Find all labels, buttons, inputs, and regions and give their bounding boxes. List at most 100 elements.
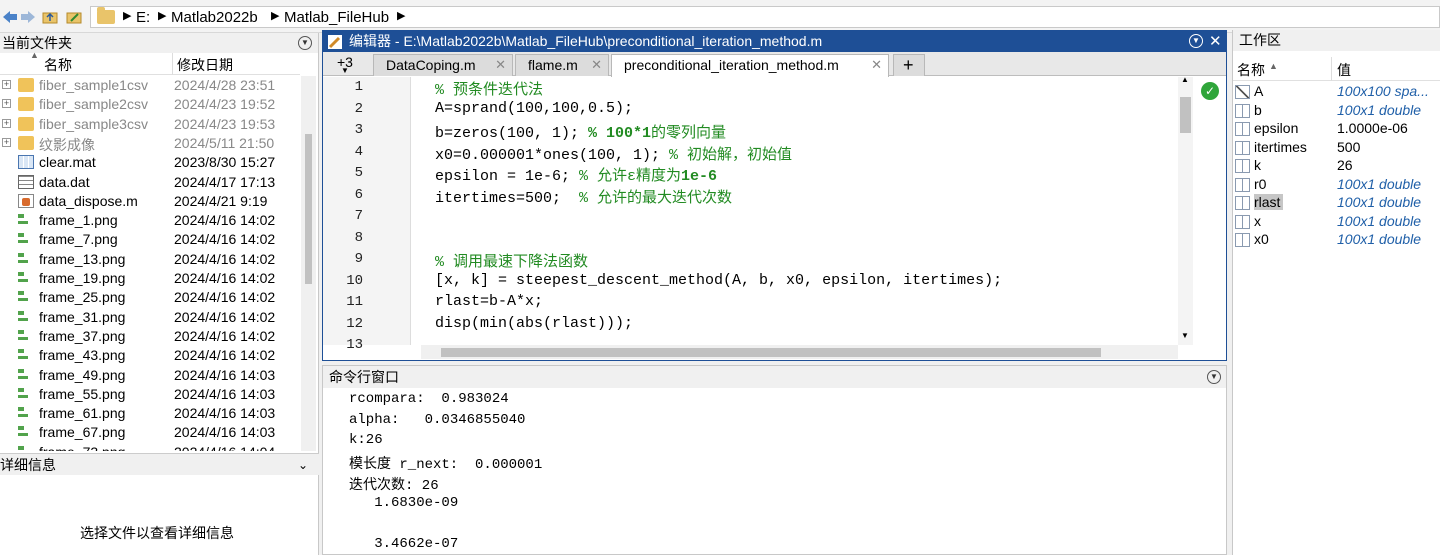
variable-row[interactable]: rlast 100x1 double	[1233, 194, 1440, 213]
code-line[interactable]: disp(min(abs(rlast)));	[435, 315, 633, 332]
file-row[interactable]: frame_1.png 2024/4/16 14:02	[0, 211, 300, 230]
file-row[interactable]: + fiber_sample3csv 2024/4/23 19:53	[0, 115, 300, 134]
matrix-icon	[1235, 214, 1250, 229]
expand-icon[interactable]: +	[2, 99, 11, 109]
file-name: fiber_sample3csv	[39, 115, 148, 132]
file-row[interactable]: frame_37.png 2024/4/16 14:02	[0, 327, 300, 346]
variable-row[interactable]: itertimes 500	[1233, 139, 1440, 158]
code-analyzer-ok-icon[interactable]: ✓	[1201, 82, 1219, 100]
variable-row[interactable]: r0 100x1 double	[1233, 176, 1440, 195]
close-icon[interactable]: ✕	[1209, 31, 1222, 52]
editor-horizontal-scrollbar[interactable]	[421, 345, 1178, 359]
code-line[interactable]: % 调用最速下降法函数	[435, 250, 588, 271]
panel-menu-icon[interactable]: ▼	[1207, 370, 1221, 384]
variable-row[interactable]: A 100x100 spa...	[1233, 83, 1440, 102]
file-row[interactable]: frame_55.png 2024/4/16 14:03	[0, 385, 300, 404]
sort-arrow-icon: ▲	[1269, 61, 1278, 71]
column-value[interactable]: 值	[1337, 60, 1351, 80]
add-tab-button[interactable]: +	[893, 54, 925, 76]
variable-row[interactable]: x 100x1 double	[1233, 213, 1440, 232]
variable-row[interactable]: k 26	[1233, 157, 1440, 176]
matrix-icon	[1235, 177, 1250, 192]
column-divider[interactable]	[172, 53, 173, 75]
editor-menu-icon[interactable]: ▼	[1189, 34, 1203, 48]
code-area[interactable]: % 预条件迭代法 A=sprand(100,100,0.5); b=zeros(10…	[421, 77, 1133, 345]
up-folder-icon[interactable]	[42, 9, 58, 25]
code-line[interactable]: A=sprand(100,100,0.5);	[435, 100, 633, 117]
browse-folder-icon[interactable]	[66, 9, 82, 25]
file-row[interactable]: data_dispose.m 2024/4/21 9:19	[0, 192, 300, 211]
file-row[interactable]: + 纹影成像 2024/5/11 21:50	[0, 134, 300, 153]
expand-icon[interactable]: +	[2, 137, 11, 147]
variable-value: 100x1 double	[1337, 231, 1422, 247]
close-tab-icon[interactable]: ✕	[591, 55, 602, 75]
workspace-header: 工作区	[1233, 30, 1440, 51]
variable-row[interactable]: epsilon 1.0000e-06	[1233, 120, 1440, 139]
expand-icon[interactable]: +	[2, 80, 11, 89]
png-file-icon	[18, 348, 34, 362]
file-row[interactable]: frame_25.png 2024/4/16 14:02	[0, 288, 300, 307]
file-name: frame_49.png	[39, 366, 126, 383]
file-row[interactable]: frame_43.png 2024/4/16 14:02	[0, 346, 300, 365]
file-row[interactable]: frame_73.png 2024/4/16 14:04	[0, 443, 300, 451]
file-row[interactable]: clear.mat 2023/8/30 15:27	[0, 153, 300, 172]
close-tab-icon[interactable]: ✕	[495, 55, 506, 75]
column-name[interactable]: 名称	[1237, 60, 1265, 80]
file-row[interactable]: frame_49.png 2024/4/16 14:03	[0, 366, 300, 385]
tab-flame[interactable]: flame.m ✕	[515, 54, 609, 76]
code-line[interactable]: x0=0.000001*ones(100, 1); % 初始解，初始值	[435, 143, 792, 164]
panel-menu-icon[interactable]: ▼	[298, 36, 312, 50]
scrollbar-thumb[interactable]	[441, 348, 1101, 357]
file-row[interactable]: frame_61.png 2024/4/16 14:03	[0, 404, 300, 423]
file-list-scrollbar[interactable]	[301, 76, 316, 451]
back-arrow-icon[interactable]	[2, 9, 18, 25]
column-date[interactable]: 修改日期	[177, 55, 233, 75]
file-row[interactable]: frame_7.png 2024/4/16 14:02	[0, 230, 300, 249]
breadcrumb-separator: ▶	[397, 10, 406, 22]
chevron-down-icon[interactable]: ⌄	[298, 454, 308, 476]
code-text: x0=0.000001*ones(100, 1);	[435, 146, 670, 164]
file-row[interactable]: frame_67.png 2024/4/16 14:03	[0, 423, 300, 442]
column-name[interactable]: 名称	[44, 55, 72, 75]
expand-icon[interactable]: +	[2, 118, 11, 128]
variable-row[interactable]: b 100x1 double	[1233, 102, 1440, 121]
code-line[interactable]: % 预条件迭代法	[435, 78, 543, 99]
file-row[interactable]: + fiber_sample1csv 2024/4/28 23:51	[0, 76, 300, 95]
file-row[interactable]: frame_19.png 2024/4/16 14:02	[0, 269, 300, 288]
line-number: 7	[354, 208, 363, 224]
file-row[interactable]: data.dat 2024/4/17 17:13	[0, 173, 300, 192]
code-line[interactable]: epsilon = 1e-6; % 允许ε精度为1e-6	[435, 164, 717, 185]
file-row[interactable]: + fiber_sample2csv 2024/4/23 19:52	[0, 95, 300, 114]
scroll-down-icon[interactable]: ▼	[1181, 331, 1189, 340]
details-header[interactable]: 详细信息 ⌄	[0, 453, 319, 475]
forward-arrow-icon[interactable]	[20, 9, 36, 25]
file-row[interactable]: frame_31.png 2024/4/16 14:02	[0, 308, 300, 327]
breadcrumb-filehub[interactable]: Matlab_FileHub	[284, 9, 389, 26]
address-bar[interactable]: ▶ E: ▶ Matlab2022b ▶ Matlab_FileHub ▶	[90, 6, 1440, 28]
editor-pencil-icon	[328, 35, 342, 49]
folder-icon	[18, 78, 34, 92]
file-date: 2024/4/28 23:51	[174, 77, 276, 93]
code-line[interactable]: rlast=b-A*x;	[435, 293, 543, 310]
editor-tab-strip: +3 ▼ DataCoping.m ✕ flame.m ✕ precondition…	[323, 52, 1226, 77]
code-line[interactable]: b=zeros(100, 1); % 100*1的零列向量	[435, 121, 726, 142]
column-divider[interactable]	[1331, 57, 1332, 81]
code-line[interactable]: [x, k] = steepest_descent_method(A, b, x…	[435, 272, 1002, 289]
scroll-up-icon[interactable]: ▲	[1181, 75, 1189, 84]
file-row[interactable]: frame_13.png 2024/4/16 14:02	[0, 250, 300, 269]
code-line[interactable]: itertimes=500; % 允许的最大迭代次数	[435, 186, 732, 207]
png-file-icon	[18, 252, 34, 266]
scrollbar-thumb[interactable]	[1180, 97, 1191, 133]
scrollbar-thumb[interactable]	[305, 134, 312, 284]
editor-vertical-scrollbar[interactable]: ▲ ▼	[1178, 75, 1193, 345]
command-window[interactable]: 命令行窗口 ▼ rcompara: 0.983024 alpha: 0.03468…	[322, 365, 1227, 555]
breadcrumb-drive[interactable]: E:	[136, 9, 150, 26]
output-line: 模长度 r_next: 0.000001	[349, 457, 543, 474]
variable-row[interactable]: x0 100x1 double	[1233, 231, 1440, 250]
chevron-down-icon: ▼	[341, 66, 349, 75]
tab-preconditional-iteration-method[interactable]: preconditional_iteration_method.m ✕	[611, 54, 889, 77]
tab-datacoping[interactable]: DataCoping.m ✕	[373, 54, 513, 76]
breadcrumb-matlab2022b[interactable]: Matlab2022b	[171, 9, 258, 26]
file-name: data.dat	[39, 173, 90, 190]
close-tab-icon[interactable]: ✕	[871, 55, 882, 75]
